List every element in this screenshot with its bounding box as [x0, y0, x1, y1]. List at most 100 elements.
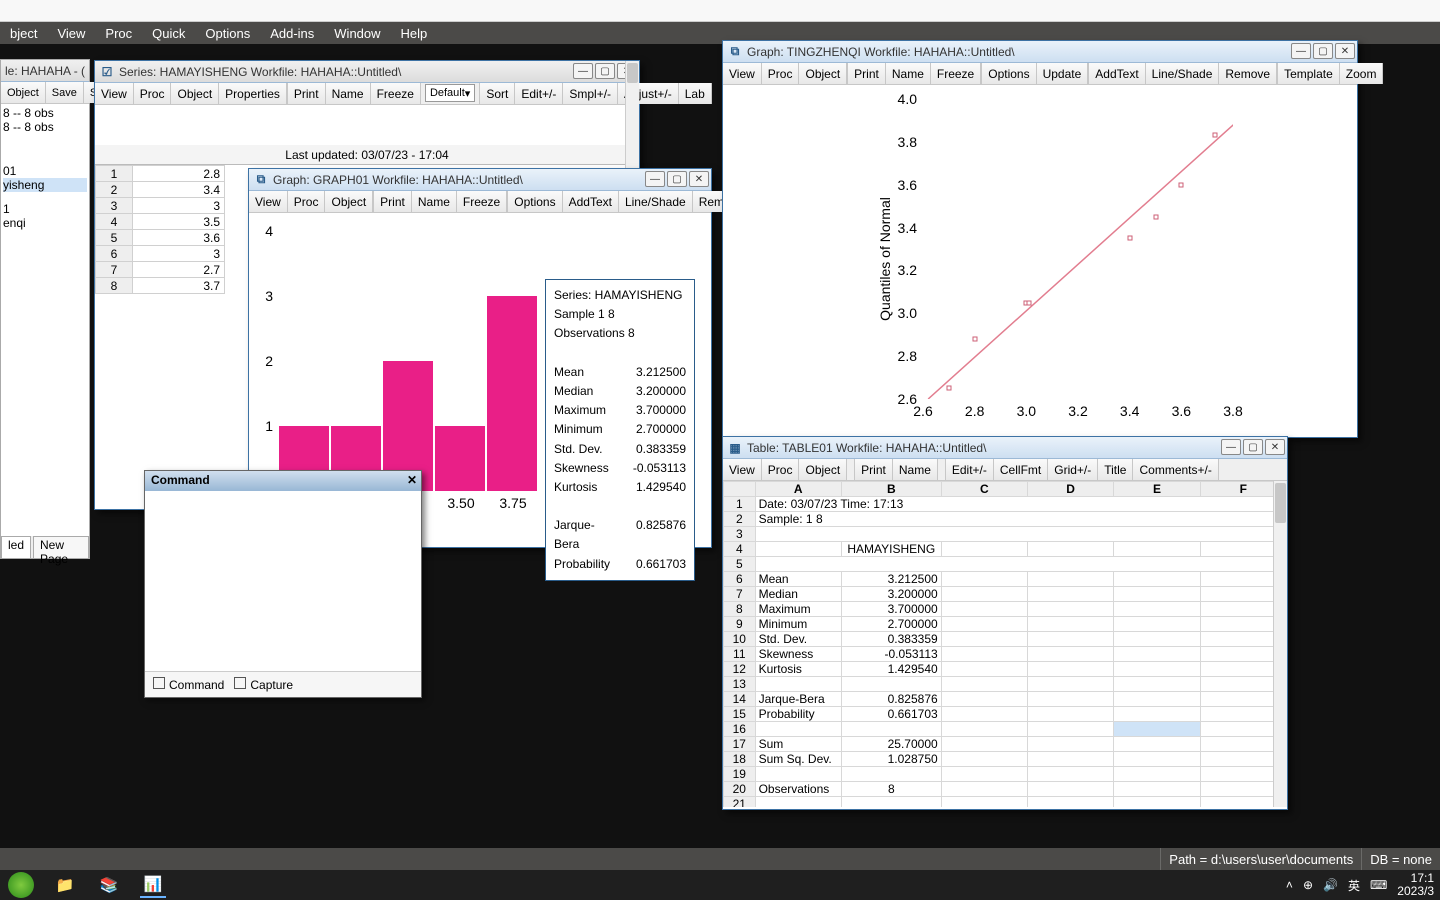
- table-row[interactable]: 17Sum25.70000: [724, 737, 1287, 752]
- lineshade-button[interactable]: Line/Shade: [1146, 63, 1220, 84]
- row-header[interactable]: 4: [96, 214, 133, 230]
- series-cell[interactable]: 3: [132, 246, 224, 262]
- series-cell[interactable]: 3.5: [132, 214, 224, 230]
- table-row[interactable]: 1Date: 03/07/23 Time: 17:13: [724, 497, 1287, 512]
- edit-button[interactable]: Edit+/-: [946, 459, 994, 480]
- freeze-button[interactable]: Freeze: [457, 191, 507, 212]
- minimize-button[interactable]: —: [573, 63, 593, 79]
- graph2-titlebar[interactable]: ⧉ Graph: TINGZHENQI Workfile: HAHAHA::Un…: [723, 41, 1357, 63]
- row-header[interactable]: 3: [96, 198, 133, 214]
- minimize-button[interactable]: —: [645, 171, 665, 187]
- command-input[interactable]: [145, 491, 421, 671]
- tray-keyboard-icon[interactable]: ⌨: [1370, 878, 1387, 892]
- menu-options[interactable]: Options: [195, 26, 260, 41]
- proc-button[interactable]: Proc: [288, 191, 326, 212]
- name-button[interactable]: Name: [886, 63, 931, 84]
- properties-button[interactable]: Properties: [219, 83, 287, 104]
- table-row[interactable]: 4HAMAYISHENG: [724, 542, 1287, 557]
- cellfmt-button[interactable]: CellFmt: [994, 459, 1048, 480]
- print-button[interactable]: Print: [374, 191, 412, 212]
- comments-button[interactable]: Comments+/-: [1133, 459, 1218, 480]
- eviews-icon[interactable]: 📊: [140, 872, 166, 898]
- wf-item[interactable]: 1: [3, 202, 87, 216]
- maximize-button[interactable]: ▢: [595, 63, 615, 79]
- table-row[interactable]: 11Skewness-0.053113: [724, 647, 1287, 662]
- series-table[interactable]: 12.823.43343.553.66372.783.7: [95, 165, 225, 294]
- series-cell[interactable]: 2.8: [132, 166, 224, 182]
- proc-button[interactable]: Proc: [762, 63, 800, 84]
- maximize-button[interactable]: ▢: [1313, 43, 1333, 59]
- table-row[interactable]: 21: [724, 797, 1287, 808]
- view-button[interactable]: View: [723, 459, 762, 480]
- grid-button[interactable]: Grid+/-: [1048, 459, 1098, 480]
- maximize-button[interactable]: ▢: [667, 171, 687, 187]
- row-header[interactable]: 2: [96, 182, 133, 198]
- sample-select[interactable]: Default▾: [425, 84, 475, 102]
- table-row[interactable]: 3: [724, 527, 1287, 542]
- view-button[interactable]: View: [249, 191, 288, 212]
- explorer-icon[interactable]: 📁: [52, 872, 78, 898]
- series-cell[interactable]: 3: [132, 198, 224, 214]
- remove-button[interactable]: Remove: [1219, 63, 1277, 84]
- wf-save-button[interactable]: Save: [46, 82, 84, 103]
- row-header[interactable]: 6: [96, 246, 133, 262]
- close-button[interactable]: ✕: [1335, 43, 1355, 59]
- wf-tab-newpage[interactable]: New Page: [33, 536, 89, 558]
- options-button[interactable]: Options: [508, 191, 562, 212]
- table-row[interactable]: 15Probability0.661703: [724, 707, 1287, 722]
- maximize-button[interactable]: ▢: [1243, 439, 1263, 455]
- workfile-title[interactable]: le: HAHAHA - (: [1, 60, 89, 82]
- series-titlebar[interactable]: ☑ Series: HAMAYISHENG Workfile: HAHAHA::…: [95, 61, 639, 83]
- view-button[interactable]: View: [95, 83, 134, 104]
- menu-object[interactable]: bject: [0, 26, 47, 41]
- menu-window[interactable]: Window: [324, 26, 390, 41]
- table-row[interactable]: 9Minimum2.700000: [724, 617, 1287, 632]
- table-row[interactable]: 10Std. Dev.0.383359: [724, 632, 1287, 647]
- table-row[interactable]: 13: [724, 677, 1287, 692]
- object-button[interactable]: Object: [799, 63, 847, 84]
- command-command-toggle[interactable]: Command: [153, 677, 224, 692]
- table-body[interactable]: ABCDEF1Date: 03/07/23 Time: 17:132Sample…: [723, 481, 1287, 807]
- table-row[interactable]: 19: [724, 767, 1287, 782]
- series-cell[interactable]: 3.4: [132, 182, 224, 198]
- table-row[interactable]: 5: [724, 557, 1287, 572]
- template-button[interactable]: Template: [1278, 63, 1340, 84]
- tray-chevron-icon[interactable]: ˄: [1286, 878, 1293, 892]
- name-button[interactable]: Name: [893, 459, 938, 480]
- view-button[interactable]: View: [723, 63, 762, 84]
- menu-addins[interactable]: Add-ins: [260, 26, 324, 41]
- series-cell[interactable]: 3.7: [132, 278, 224, 294]
- command-titlebar[interactable]: Command ✕: [145, 471, 421, 491]
- addtext-button[interactable]: AddText: [563, 191, 619, 212]
- freeze-button[interactable]: Freeze: [371, 83, 421, 104]
- graph1-titlebar[interactable]: ⧉ Graph: GRAPH01 Workfile: HAHAHA::Untit…: [249, 169, 711, 191]
- table-row[interactable]: 7Median3.200000: [724, 587, 1287, 602]
- tray-clock[interactable]: 17:1 2023/3: [1397, 872, 1434, 897]
- title-button[interactable]: Title: [1098, 459, 1133, 480]
- row-header[interactable]: 8: [96, 278, 133, 294]
- wf-object-button[interactable]: Object: [1, 82, 46, 103]
- menu-quick[interactable]: Quick: [142, 26, 195, 41]
- label-button[interactable]: Lab: [679, 83, 712, 104]
- close-button[interactable]: ✕: [1265, 439, 1285, 455]
- object-button[interactable]: Object: [799, 459, 847, 480]
- table-scrollbar[interactable]: [1273, 481, 1287, 807]
- series-cell[interactable]: 2.7: [132, 262, 224, 278]
- table-row[interactable]: 12Kurtosis1.429540: [724, 662, 1287, 677]
- smpl-button[interactable]: Smpl+/-: [563, 83, 618, 104]
- minimize-button[interactable]: —: [1291, 43, 1311, 59]
- edit-button[interactable]: Edit+/-: [515, 83, 563, 104]
- series-cell[interactable]: 3.6: [132, 230, 224, 246]
- addtext-button[interactable]: AddText: [1089, 63, 1145, 84]
- row-header[interactable]: 5: [96, 230, 133, 246]
- object-button[interactable]: Object: [171, 83, 219, 104]
- table-row[interactable]: 8Maximum3.700000: [724, 602, 1287, 617]
- table-row[interactable]: 20Observations8: [724, 782, 1287, 797]
- tray-network-icon[interactable]: ⊕: [1303, 878, 1313, 892]
- start-icon[interactable]: [8, 872, 34, 898]
- wf-item[interactable]: enqi: [3, 216, 87, 230]
- print-button[interactable]: Print: [288, 83, 326, 104]
- print-button[interactable]: Print: [855, 459, 893, 480]
- name-button[interactable]: Name: [326, 83, 371, 104]
- table-row[interactable]: 18Sum Sq. Dev.1.028750: [724, 752, 1287, 767]
